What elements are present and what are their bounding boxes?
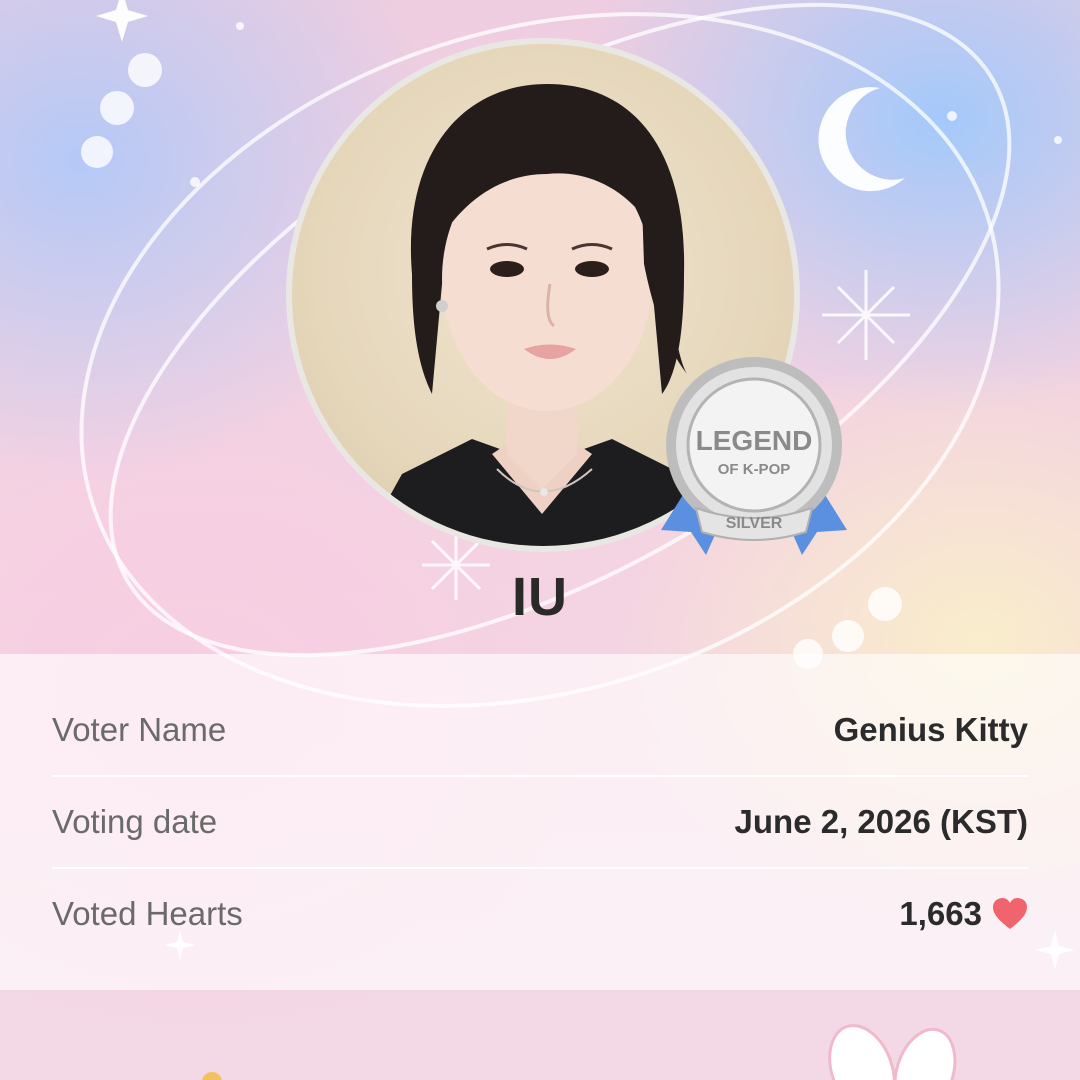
bunny-ears-decoration [828, 1024, 957, 1080]
voting-date-row: Voting date June 2, 2026 (KST) [52, 776, 1028, 868]
voter-name-row: Voter Name Genius Kitty [52, 684, 1028, 776]
badge-tier: SILVER [726, 515, 783, 532]
badge-subtitle: OF K-POP [718, 461, 791, 478]
voted-hearts-label: Voted Hearts [52, 895, 243, 932]
crescent-moon-icon [818, 87, 905, 192]
dot [202, 1072, 222, 1080]
dot [190, 177, 200, 187]
dot [947, 111, 957, 121]
dot [81, 136, 113, 168]
legend-of-kpop-silver-badge: LEGEND OF K-POP SILVER [661, 357, 847, 555]
heart-icon [993, 898, 1027, 929]
dot [236, 22, 244, 30]
voter-name-value: Genius Kitty [833, 711, 1028, 748]
vote-info-panel: Voter Name Genius Kitty Voting date June… [0, 654, 1080, 990]
dot [100, 91, 134, 125]
voting-date-value: June 2, 2026 (KST) [734, 803, 1028, 840]
dot [128, 53, 162, 87]
badge-title: LEGEND [696, 425, 813, 456]
artist-name: IU [512, 567, 568, 627]
voting-date-label: Voting date [52, 803, 218, 840]
dot [1054, 136, 1062, 144]
voted-hearts-count: 1,663 [899, 895, 982, 932]
sparkle-icon [822, 270, 910, 360]
voted-hearts-value-wrap: 1,663 [899, 895, 1028, 933]
voter-name-label: Voter Name [52, 711, 227, 748]
voted-hearts-row: Voted Hearts 1,663 [52, 868, 1028, 960]
